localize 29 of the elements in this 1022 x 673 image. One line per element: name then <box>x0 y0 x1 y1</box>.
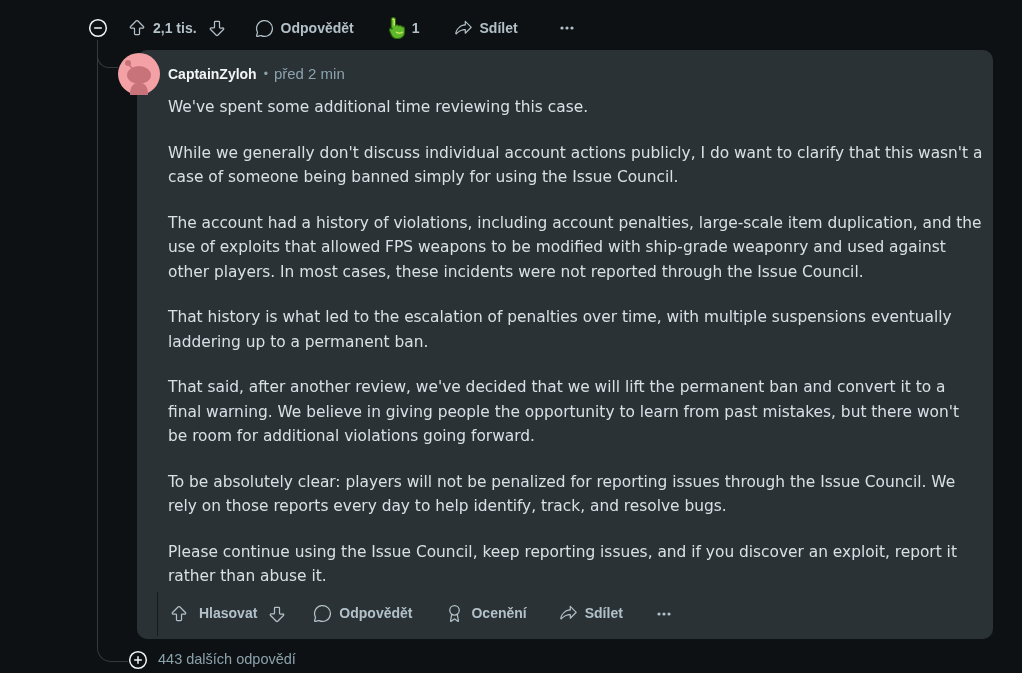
share-button[interactable]: Sdílet <box>550 599 631 628</box>
plus-circle-icon <box>128 649 148 670</box>
comment-paragraph: To be absolutely clear: players will not be penalized for reporting issues through the Issue Council. We rely on those reports every day to help identify, track, and resolve bugs. <box>168 471 957 517</box>
separator-dot: • <box>263 66 268 83</box>
comment-paragraph: Please continue using the Issue Council, keep reporting issues, and if you discover an exploit, report it rather than abuse it. <box>168 541 958 587</box>
speech-bubble-icon <box>313 604 333 623</box>
username-link[interactable]: CaptainZyloh <box>168 63 257 85</box>
vote-count: 2,1 tis. <box>153 18 197 38</box>
speech-bubble-icon <box>254 18 274 38</box>
comment-paragraph: That said, after another review, we've decided that we will lift the permanent ban and convert it to a final warning. We believe in giving people the opportunity to learn from past mistakes, but there won't be room for additional violations going forward. <box>168 377 960 447</box>
comment-paragraph: That history is what led to the escalation of penalties over time, with multiple suspensions eventually laddering up to a permanent ban. <box>168 307 953 353</box>
comment-paragraph: While we generally don't discuss individual account actions publicly, I do want to clarify that this wasn't a case of someone being banned simply for using the Issue Council. <box>168 142 983 188</box>
more-replies-button[interactable]: 443 dalších odpovědí <box>128 648 296 671</box>
timestamp: před 2 min <box>273 63 345 84</box>
pointing-hand-icon <box>387 17 406 39</box>
avatar-icon <box>118 53 160 95</box>
reply-button[interactable]: Odpovědět <box>246 13 362 43</box>
award-button[interactable]: 1 <box>379 13 428 43</box>
minus-circle-icon <box>88 18 108 38</box>
arrow-up-icon <box>169 603 189 624</box>
ellipsis-icon <box>559 26 574 30</box>
comment-paragraph: The account had a history of violations, including account penalties, large-scale item duplication, and the use of exploits that allowed FPS weapons to be modified with ship-grade weaponry and used against other players. In most cases, these incidents were not reported through the Issue Council. <box>168 212 983 283</box>
arrow-up-icon <box>127 18 147 38</box>
share-button[interactable]: Sdílet <box>445 13 526 43</box>
ellipsis-icon <box>656 611 671 616</box>
comment-paragraph: We've spent some additional time reviewing this case. <box>168 97 590 118</box>
vote-label: Hlasovat <box>199 604 258 623</box>
reply-button[interactable]: Odpovědět <box>305 599 421 628</box>
award-button[interactable]: Ocenění <box>437 599 535 628</box>
